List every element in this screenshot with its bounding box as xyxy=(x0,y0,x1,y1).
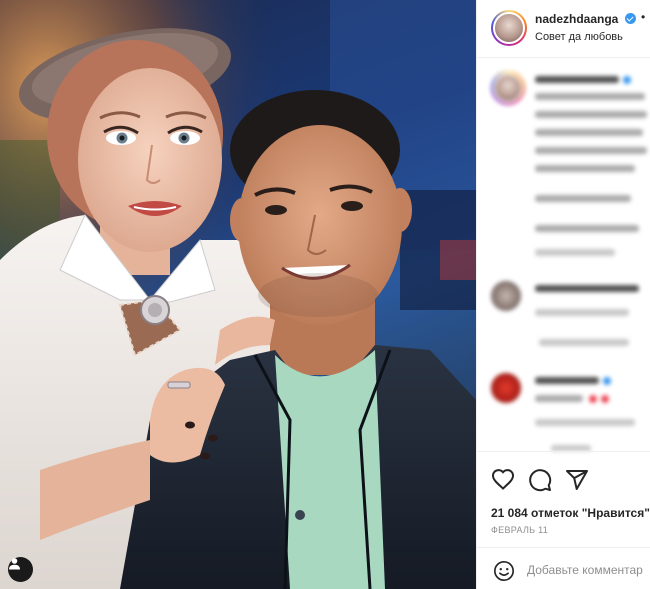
post-side-panel: nadezhdaanga • Совет да любовь 21 084 от… xyxy=(476,0,650,589)
author-avatar[interactable] xyxy=(491,10,527,46)
post-header: nadezhdaanga • Совет да любовь xyxy=(477,0,650,58)
comments-list-blurred xyxy=(477,59,650,451)
person-tag-icon xyxy=(9,558,20,570)
couple-photo-illustration xyxy=(0,0,476,589)
paper-plane-icon[interactable] xyxy=(565,468,589,492)
verified-badge-icon xyxy=(625,13,636,24)
author-username[interactable]: nadezhdaanga xyxy=(535,12,618,26)
post-date[interactable]: ФЕВРАЛЬ 11 xyxy=(491,525,548,535)
likes-count[interactable]: 21 084 отметок "Нравится" xyxy=(491,506,650,520)
heart-icon[interactable] xyxy=(491,468,515,492)
caption-avatar xyxy=(491,71,525,105)
post-location[interactable]: Совет да любовь xyxy=(535,31,623,43)
post-actions: 21 084 отметок "Нравится" ФЕВРАЛЬ 11 xyxy=(477,451,650,547)
comment-input[interactable] xyxy=(527,560,650,580)
add-comment-bar xyxy=(477,547,650,589)
tag-people-button[interactable] xyxy=(8,557,33,582)
emoji-smile-icon[interactable] xyxy=(493,560,515,582)
post-photo[interactable] xyxy=(0,0,476,589)
header-separator: • xyxy=(641,10,646,24)
comment-bubble-icon[interactable] xyxy=(528,468,552,492)
